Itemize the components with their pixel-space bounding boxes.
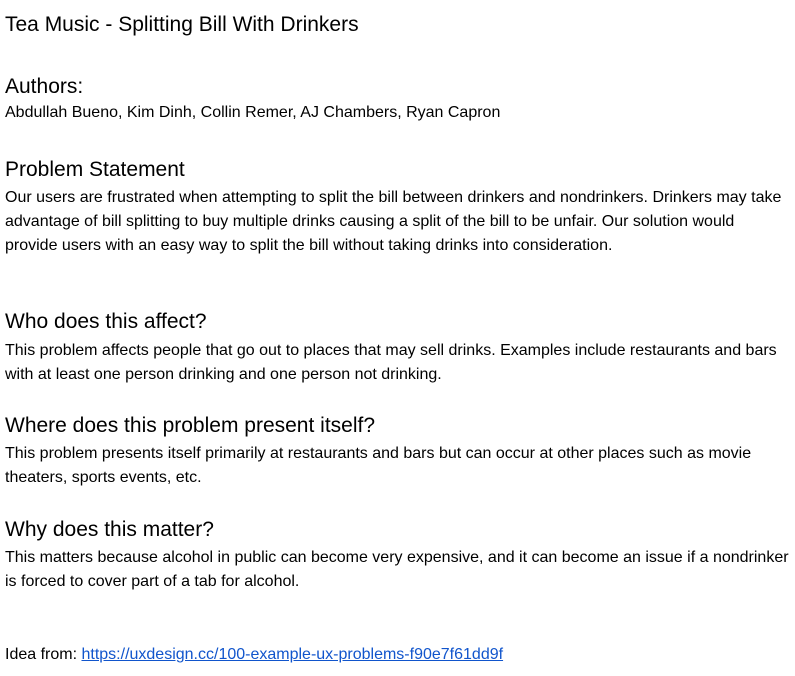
idea-link[interactable]: https://uxdesign.cc/100-example-ux-probl… — [81, 646, 503, 663]
why-matters-body: This matters because alcohol in public c… — [5, 549, 789, 590]
authors-heading: Authors: — [5, 75, 84, 98]
who-affected-heading: Who does this affect? — [5, 310, 207, 333]
document-title: Tea Music - Splitting Bill With Drinkers — [5, 13, 359, 36]
idea-prefix: Idea from: — [5, 646, 82, 663]
who-affected-body: This problem affects people that go out … — [5, 342, 777, 383]
where-problem-heading: Where does this problem present itself? — [5, 414, 376, 437]
document-page: Tea Music - Splitting Bill With Drinkers… — [0, 0, 795, 676]
why-matters-heading: Why does this matter? — [5, 518, 214, 541]
problem-statement-body: Our users are frustrated when attempting… — [5, 189, 782, 254]
authors-names: Abdullah Bueno, Kim Dinh, Collin Remer, … — [5, 104, 501, 121]
where-problem-body: This problem presents itself primarily a… — [5, 445, 752, 486]
idea-source: Idea from: https://uxdesign.cc/100-examp… — [5, 643, 503, 667]
problem-statement-heading: Problem Statement — [5, 158, 185, 181]
